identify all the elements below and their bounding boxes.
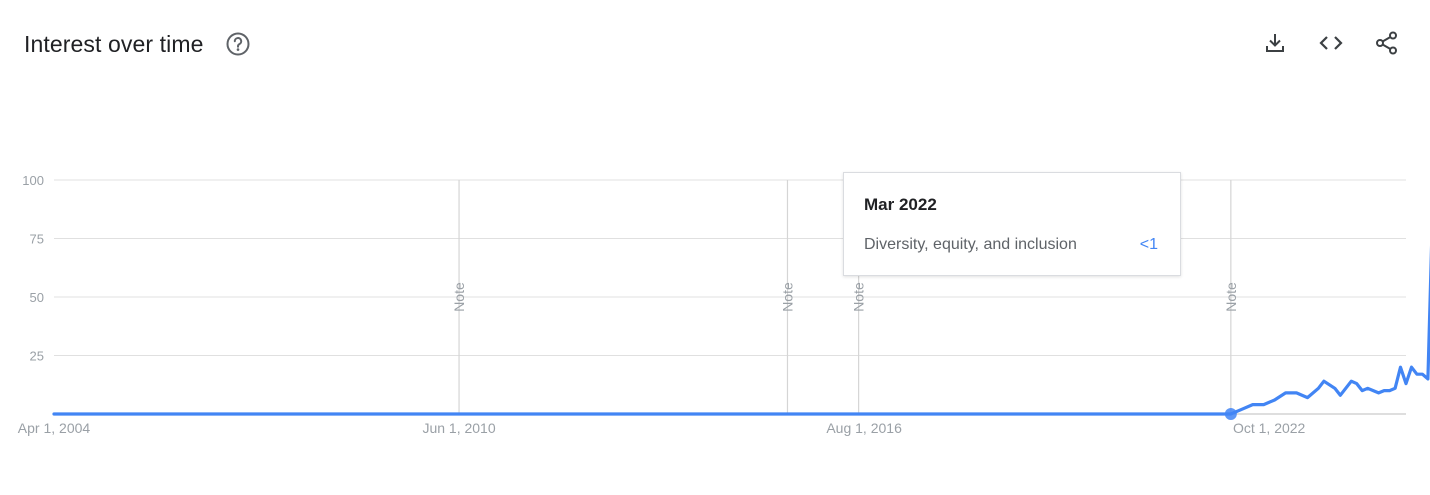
y-tick-label: 100 xyxy=(22,173,44,188)
note-label: Note xyxy=(451,282,467,312)
tooltip-value: <1 xyxy=(1139,236,1158,253)
y-tick-label: 25 xyxy=(30,349,44,364)
note-label: Note xyxy=(851,282,867,312)
line-chart: 25 50 75 100 Note Note Note Note Apr 1, 2004 Jun … xyxy=(18,173,1430,436)
x-tick-label: Apr 1, 2004 xyxy=(18,420,91,436)
tooltip-series-label: Diversity, equity, and inclusion xyxy=(864,236,1077,253)
x-tick-label: Oct 1, 2022 xyxy=(1233,420,1306,436)
note-label: Note xyxy=(779,282,795,312)
highlight-point xyxy=(1224,408,1237,420)
tooltip-date: Mar 2022 xyxy=(864,195,937,214)
note-label: Note xyxy=(1223,282,1239,312)
y-tick-label: 75 xyxy=(30,232,44,247)
x-tick-label: Jun 1, 2010 xyxy=(422,420,495,436)
tooltip: Mar 2022 Diversity, equity, and inclusio… xyxy=(843,172,1181,276)
y-tick-label: 50 xyxy=(30,290,44,305)
x-tick-label: Aug 1, 2016 xyxy=(826,420,902,436)
